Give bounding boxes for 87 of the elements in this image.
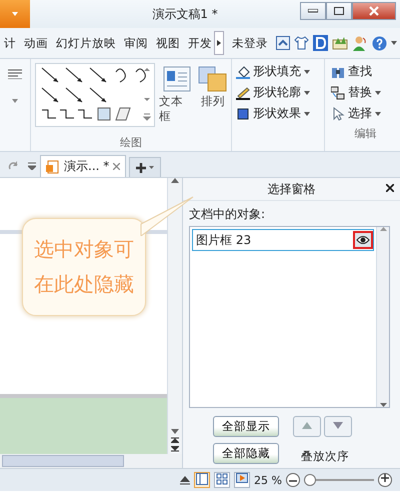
caret-icon <box>304 112 310 116</box>
objects-label: 文档中的对象: <box>188 206 266 223</box>
close-icon <box>386 184 394 192</box>
triangle-down-icon <box>171 429 179 434</box>
maximize-icon <box>334 7 344 15</box>
shape-command[interactable]: 形状填充 <box>236 63 324 80</box>
caret-icon[interactable] <box>12 99 18 103</box>
sorter-view-button[interactable] <box>214 472 230 488</box>
hide-all-button[interactable]: 全部隐藏 <box>213 443 279 464</box>
callout-text: 选中对象可 <box>34 236 134 263</box>
align-icon[interactable] <box>8 69 22 79</box>
stacked-squares-icon <box>198 66 228 92</box>
vertical-scrollbar[interactable] <box>167 178 182 454</box>
triangle-up-icon <box>302 422 312 428</box>
presentation-file-icon <box>46 160 60 174</box>
play-icon <box>236 473 248 485</box>
more-tabs-button[interactable] <box>214 31 224 55</box>
menu-tab[interactable]: 动画 <box>24 36 48 50</box>
caret-icon[interactable] <box>391 41 397 45</box>
maximize-button[interactable] <box>326 2 352 20</box>
pointer-icon <box>331 106 345 120</box>
triangle-up-icon <box>171 178 179 183</box>
slider-thumb[interactable] <box>304 474 316 486</box>
minus-icon <box>289 480 297 482</box>
arrange-button[interactable]: 排列 <box>198 63 228 135</box>
customize-icon[interactable] <box>28 162 36 170</box>
order-label: 叠放次序 <box>300 448 350 464</box>
text-box-icon <box>162 66 190 92</box>
caret-icon <box>11 11 19 17</box>
new-tab-button[interactable] <box>129 157 162 177</box>
previous-slide-icon <box>171 437 179 443</box>
caret-icon <box>304 90 310 94</box>
paint-bucket-icon <box>236 64 250 78</box>
triangle-right-icon <box>217 40 221 46</box>
eye-icon <box>356 235 370 245</box>
shape-command[interactable]: 形状效果 <box>236 105 324 122</box>
close-button[interactable] <box>386 181 394 195</box>
normal-view-icon <box>196 473 208 485</box>
plus-icon <box>381 474 389 482</box>
grid-icon <box>216 473 228 485</box>
pencil-icon <box>236 86 250 100</box>
help-icon[interactable] <box>372 36 387 50</box>
triangle-up-icon <box>380 227 386 231</box>
triangle-down-icon <box>333 422 343 428</box>
edit-command[interactable]: 查找 <box>331 63 400 80</box>
login-status[interactable]: 未登录 <box>232 36 268 50</box>
window-title: 演示文稿1 * <box>151 6 219 22</box>
text-box-button[interactable]: 文本框 <box>159 63 194 135</box>
minimize-button[interactable] <box>300 2 326 20</box>
menu-tab[interactable]: 开发 <box>188 36 212 50</box>
menu-tab[interactable]: 视图 <box>156 36 180 50</box>
person-icon[interactable] <box>352 35 368 51</box>
show-all-button[interactable]: 全部显示 <box>213 416 279 437</box>
menu-tab[interactable]: 幻灯片放映 <box>56 36 116 50</box>
replace-icon <box>331 86 345 100</box>
square-icon <box>236 106 250 120</box>
eject-icon[interactable] <box>180 476 190 484</box>
list-scrollbar[interactable] <box>376 227 389 407</box>
next-slide-icon <box>171 446 179 452</box>
zoom-out-button[interactable] <box>286 473 300 487</box>
slideshow-button[interactable] <box>234 472 250 488</box>
callout-text: 在此处隐藏 <box>34 271 134 298</box>
document-tab[interactable]: 演示... * <box>40 155 126 177</box>
normal-view-button[interactable] <box>194 472 210 488</box>
group-label: 编辑 <box>354 126 378 142</box>
move-down-button[interactable] <box>324 416 352 437</box>
pane-title: 选择窗格 <box>268 180 316 198</box>
minimize-icon <box>308 9 318 13</box>
close-icon <box>113 163 120 170</box>
caret-icon <box>304 70 310 74</box>
group-label: 绘图 <box>119 135 143 151</box>
menu-tab[interactable]: 计 <box>4 36 16 50</box>
horizontal-scrollbar[interactable] <box>0 454 182 468</box>
plus-icon <box>136 162 154 172</box>
zoom-in-button[interactable] <box>378 473 392 487</box>
close-icon <box>369 6 379 16</box>
triangle-down-icon <box>380 403 386 407</box>
edit-command[interactable]: 替换 <box>331 84 400 101</box>
object-item[interactable]: 图片框 23 <box>192 229 374 251</box>
visibility-toggle[interactable] <box>353 231 373 249</box>
menu-tab[interactable]: 审阅 <box>124 36 148 50</box>
shirt-icon[interactable] <box>294 36 309 50</box>
collapse-icon[interactable] <box>276 36 290 50</box>
edit-command[interactable]: 选择 <box>331 105 400 122</box>
letter-d-icon[interactable] <box>313 35 328 51</box>
zoom-level: 25 % <box>254 474 282 486</box>
shape-command[interactable]: 形状轮廓 <box>236 84 324 101</box>
